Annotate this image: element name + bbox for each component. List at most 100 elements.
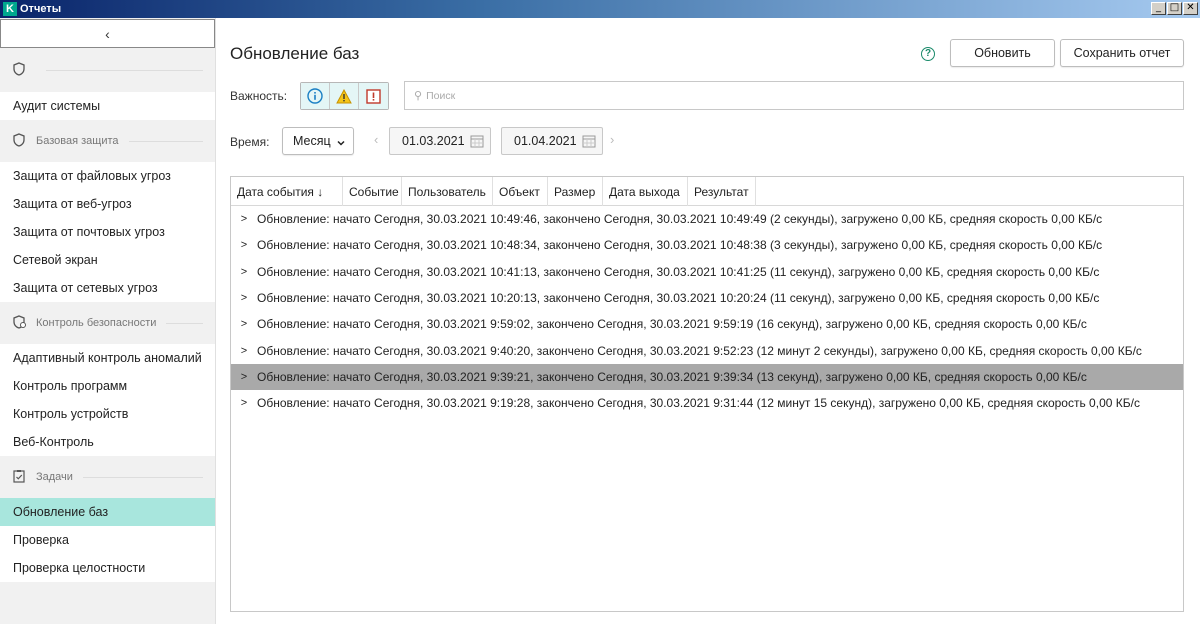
sidebar-item-integrity-check[interactable]: Проверка целостности — [0, 554, 215, 582]
row-text: Обновление: начато Сегодня, 30.03.2021 1… — [257, 291, 1100, 306]
severity-filter-group — [300, 82, 389, 110]
column-header-release-date[interactable]: Дата выхода — [603, 177, 688, 206]
window-controls: _ □ ✕ — [1151, 2, 1198, 15]
shield-icon — [13, 61, 29, 79]
page-title: Обновление баз — [230, 44, 360, 63]
severity-label: Важность: — [230, 89, 288, 103]
refresh-button[interactable]: Обновить — [950, 39, 1055, 67]
critical-icon — [366, 88, 381, 104]
critical-filter-button[interactable] — [359, 83, 388, 109]
period-dropdown[interactable]: Месяц — [282, 127, 354, 155]
sidebar-group-tasks: Задачи — [0, 456, 215, 498]
sidebar-item-adaptive-anomaly-control[interactable]: Адаптивный контроль аномалий — [0, 344, 215, 372]
sidebar: ‹ Аудит системы Базовая защита Защита от… — [0, 18, 216, 624]
sidebar-group-label: Базовая защита — [36, 135, 119, 147]
sidebar-item-file-threat-protection[interactable]: Защита от файловых угроз — [0, 162, 215, 190]
chevron-right-icon[interactable]: > — [231, 213, 257, 225]
sidebar-item-network-threat-protection[interactable]: Защита от сетевых угроз — [0, 274, 215, 302]
help-icon[interactable]: ? — [921, 47, 935, 61]
column-header-user[interactable]: Пользователь — [402, 177, 493, 206]
divider — [166, 322, 203, 324]
table-row[interactable]: > Обновление: начато Сегодня, 30.03.2021 … — [231, 285, 1183, 311]
warning-icon — [336, 88, 352, 103]
chevron-right-icon[interactable]: > — [231, 397, 257, 409]
divider — [46, 69, 203, 71]
date-from-value: 01.03.2021 — [402, 134, 465, 148]
collapse-sidebar-button[interactable]: ‹ — [0, 19, 215, 48]
info-icon — [307, 88, 323, 104]
divider — [128, 140, 203, 142]
table-row[interactable]: > Обновление: начато Сегодня, 30.03.2021 … — [231, 337, 1183, 363]
row-text: Обновление: начато Сегодня, 30.03.2021 1… — [257, 238, 1103, 253]
chevron-down-icon — [337, 136, 345, 150]
chevron-right-icon[interactable]: > — [231, 345, 257, 357]
column-header-size[interactable]: Размер — [548, 177, 603, 206]
minimize-button[interactable]: _ — [1151, 2, 1166, 15]
chevron-right-icon[interactable]: > — [231, 292, 257, 304]
sidebar-item-application-control[interactable]: Контроль программ — [0, 372, 215, 400]
kaspersky-logo-icon: K — [3, 2, 17, 16]
search-icon: ⚲ — [414, 90, 423, 102]
info-filter-button[interactable] — [301, 83, 330, 109]
table-row[interactable]: > Обновление: начато Сегодня, 30.03.2021 … — [231, 259, 1183, 285]
period-value: Месяц — [293, 134, 331, 148]
table-header: Дата события ↓ Событие Пользователь Объе… — [231, 177, 1183, 206]
sidebar-group-basic-protection: Базовая защита — [0, 120, 215, 162]
shield-check-icon — [13, 314, 29, 332]
calendar-icon[interactable] — [582, 134, 596, 148]
chevron-left-icon: ‹ — [105, 25, 110, 42]
warning-filter-button[interactable] — [330, 83, 359, 109]
previous-period-arrow-icon[interactable]: ‹ — [374, 132, 378, 147]
table-body: > Обновление: начато Сегодня, 30.03.2021 … — [231, 206, 1183, 416]
row-text: Обновление: начато Сегодня, 30.03.2021 9… — [257, 343, 1142, 358]
sidebar-item-mail-threat-protection[interactable]: Защита от почтовых угроз — [0, 218, 215, 246]
row-text: Обновление: начато Сегодня, 30.03.2021 9… — [257, 369, 1087, 384]
column-header-object[interactable]: Объект — [493, 177, 548, 206]
maximize-button[interactable]: □ — [1167, 2, 1182, 15]
column-header-event-date[interactable]: Дата события ↓ — [231, 177, 343, 206]
sidebar-item-system-audit[interactable]: Аудит системы — [0, 92, 215, 120]
row-text: Обновление: начато Сегодня, 30.03.2021 9… — [257, 317, 1087, 332]
sidebar-group-security-controls: Контроль безопасности — [0, 302, 215, 344]
window-title: Отчеты — [20, 3, 62, 15]
date-to-value: 01.04.2021 — [514, 134, 577, 148]
table-row[interactable]: > Обновление: начато Сегодня, 30.03.2021 … — [231, 311, 1183, 337]
main-panel: Обновление баз ? Обновить Сохранить отче… — [216, 18, 1200, 624]
sidebar-group-label: Задачи — [36, 471, 73, 483]
sidebar-item-web-control[interactable]: Веб-Контроль — [0, 428, 215, 456]
divider — [82, 476, 203, 478]
time-label: Время: — [230, 135, 270, 149]
sidebar-item-web-threat-protection[interactable]: Защита от веб-угроз — [0, 190, 215, 218]
table-row[interactable]: > Обновление: начато Сегодня, 30.03.2021 … — [231, 232, 1183, 258]
next-period-arrow-icon[interactable]: › — [610, 132, 614, 147]
date-to-field[interactable]: 01.04.2021 — [501, 127, 603, 155]
chevron-right-icon[interactable]: > — [231, 266, 257, 278]
sidebar-group-general — [0, 48, 215, 92]
column-header-event[interactable]: Событие — [343, 177, 402, 206]
sidebar-item-database-update[interactable]: Обновление баз — [0, 498, 215, 526]
table-row-selected[interactable]: > Обновление: начато Сегодня, 30.03.2021 … — [231, 363, 1183, 391]
calendar-icon[interactable] — [470, 134, 484, 148]
sidebar-group-label: Контроль безопасности — [36, 317, 157, 329]
chevron-right-icon[interactable]: > — [231, 239, 257, 251]
shield-icon — [13, 132, 29, 150]
table-row[interactable]: > Обновление: начато Сегодня, 30.03.2021 … — [231, 206, 1183, 232]
save-report-button[interactable]: Сохранить отчет — [1060, 39, 1184, 67]
sidebar-item-scan[interactable]: Проверка — [0, 526, 215, 554]
clipboard-icon — [13, 469, 29, 486]
table-row[interactable]: > Обновление: начато Сегодня, 30.03.2021 … — [231, 390, 1183, 416]
date-from-field[interactable]: 01.03.2021 — [389, 127, 491, 155]
sidebar-item-firewall[interactable]: Сетевой экран — [0, 246, 215, 274]
chevron-right-icon[interactable]: > — [231, 318, 257, 330]
window-title-bar: K Отчеты _ □ ✕ — [0, 0, 1200, 18]
row-text: Обновление: начато Сегодня, 30.03.2021 9… — [257, 396, 1140, 411]
search-input[interactable]: ⚲ Поиск — [404, 81, 1184, 110]
search-placeholder: Поиск — [426, 89, 456, 102]
row-text: Обновление: начато Сегодня, 30.03.2021 1… — [257, 264, 1100, 279]
chevron-right-icon[interactable]: > — [231, 371, 257, 383]
sidebar-item-device-control[interactable]: Контроль устройств — [0, 400, 215, 428]
column-header-result[interactable]: Результат — [688, 177, 756, 206]
events-table: Дата события ↓ Событие Пользователь Объе… — [230, 176, 1184, 612]
close-button[interactable]: ✕ — [1183, 2, 1198, 15]
row-text: Обновление: начато Сегодня, 30.03.2021 1… — [257, 212, 1103, 227]
